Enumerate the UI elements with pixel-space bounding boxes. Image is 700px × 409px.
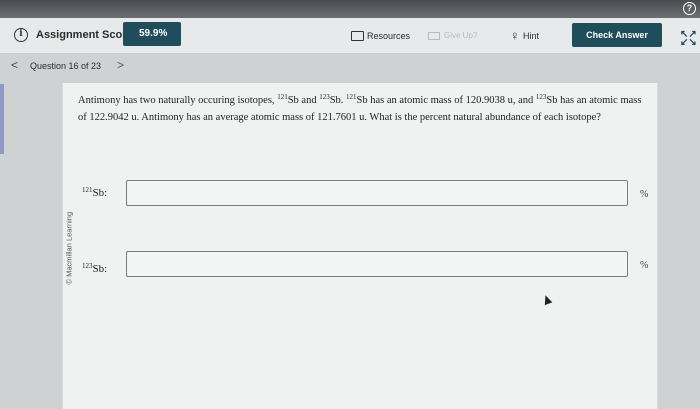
sb123-percent-unit: % — [640, 260, 649, 271]
sb121-label: 121Sb: — [82, 186, 107, 199]
question-navigation: < Question 16 of 23 > — [0, 55, 700, 79]
question-text-part: Antimony has two naturally occuring isot… — [78, 95, 278, 106]
give-up-button[interactable]: Give Up? — [428, 27, 477, 45]
question-text-part: Sb and — [287, 95, 320, 106]
give-up-label: Give Up? — [444, 31, 478, 40]
expand-icon[interactable]: ↖↗ ↙↘ — [680, 30, 697, 48]
question-counter[interactable]: Question 16 of 23 — [30, 61, 101, 71]
isotope-mass-number: 121 — [346, 93, 357, 101]
previous-question-button[interactable]: < — [11, 58, 18, 72]
isotope-mass-number: 123 — [535, 93, 547, 101]
give-up-icon — [428, 32, 440, 40]
sb123-abundance-input[interactable] — [126, 251, 628, 277]
sb121-mass-number: 121 — [82, 186, 93, 194]
score-badge: 59.9% — [123, 22, 181, 46]
sb123-label: 123Sb: — [82, 262, 107, 275]
isotope-mass-number: 121 — [277, 93, 288, 101]
question-text-part: Sb has an atomic mass of 120.9038 u, and — [356, 95, 536, 106]
score-label: Assignment Score: — [36, 29, 137, 41]
info-icon[interactable]: i — [14, 28, 28, 42]
resources-button[interactable]: Resources — [347, 27, 410, 45]
sb121-percent-unit: % — [640, 189, 649, 200]
question-text: Antimony has two naturally occuring isot… — [78, 93, 643, 126]
hint-label: Hint — [523, 31, 540, 41]
sb121-abundance-input[interactable] — [126, 180, 628, 206]
check-answer-button[interactable]: Check Answer — [572, 23, 662, 47]
assignment-toolbar: i Assignment Score: 59.9% Resources Give… — [0, 18, 700, 54]
question-card — [62, 83, 658, 409]
resources-label: Resources — [367, 31, 411, 41]
sb123-symbol: Sb: — [92, 263, 108, 275]
resources-icon — [351, 31, 364, 41]
copyright-notice: © Macmillan Learning — [63, 186, 74, 286]
help-icon[interactable]: ? — [683, 2, 696, 15]
left-accent-bar — [0, 84, 4, 154]
sb121-symbol: Sb: — [92, 187, 108, 199]
copyright-text: © Macmillan Learning — [64, 211, 74, 285]
browser-top-band: ? — [0, 0, 700, 18]
question-text-part: Sb. — [329, 95, 347, 106]
next-question-button[interactable]: > — [117, 58, 124, 72]
sb123-mass-number: 123 — [82, 262, 93, 270]
lightbulb-icon: ♀ — [510, 28, 520, 43]
isotope-mass-number: 123 — [319, 93, 330, 101]
hint-button[interactable]: ♀ Hint — [505, 27, 539, 45]
